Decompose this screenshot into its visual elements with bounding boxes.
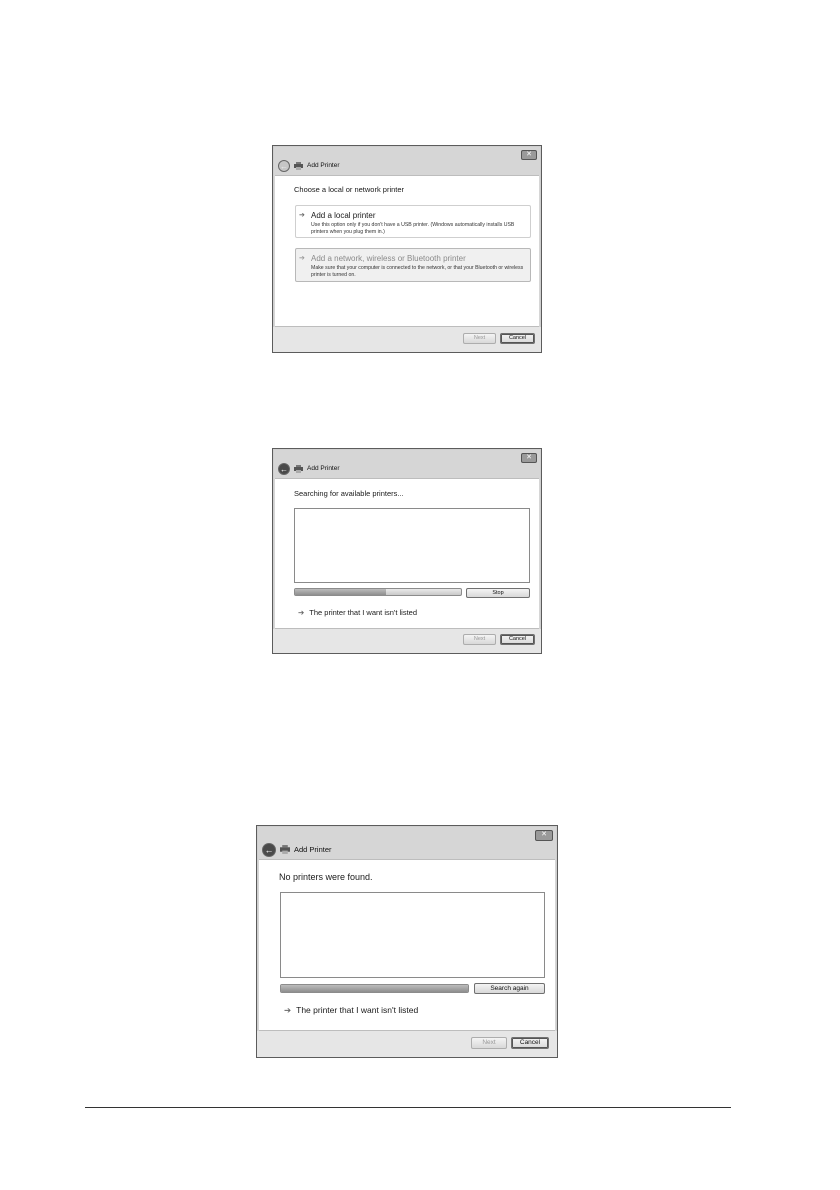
option-title: Add a network, wireless or Bluetooth pri… bbox=[311, 254, 466, 263]
next-button[interactable]: Next bbox=[471, 1037, 507, 1049]
dialog-content: Choose a local or network printer ➔ Add … bbox=[275, 175, 539, 327]
option-description: Make sure that your computer is connecte… bbox=[311, 265, 524, 278]
printer-list[interactable] bbox=[280, 892, 545, 978]
cancel-button[interactable]: Cancel bbox=[500, 634, 535, 645]
back-button[interactable]: ← bbox=[278, 463, 290, 475]
add-printer-dialog-choose: ✕ ← Add Printer Choose a local or networ… bbox=[272, 145, 542, 353]
dialog-title: Add Printer bbox=[307, 465, 340, 472]
close-button[interactable]: ✕ bbox=[521, 453, 537, 463]
search-progress-bar bbox=[280, 984, 469, 993]
next-button[interactable]: Next bbox=[463, 333, 496, 344]
printer-not-listed-link[interactable]: ➔ The printer that I want isn't listed bbox=[298, 608, 417, 617]
progress-fill bbox=[295, 589, 387, 595]
option-description: Use this option only if you don't have a… bbox=[311, 222, 515, 235]
title-bar: ✕ ← Add Printer bbox=[273, 146, 541, 174]
arrow-icon: ➔ bbox=[299, 212, 305, 219]
back-arrow-icon: ← bbox=[264, 845, 274, 855]
dialog-content: Searching for available printers... Stop… bbox=[275, 478, 539, 629]
printer-icon bbox=[294, 162, 303, 170]
progress-fill bbox=[281, 985, 468, 992]
page-heading: Choose a local or network printer bbox=[294, 185, 405, 194]
link-label: The printer that I want isn't listed bbox=[309, 608, 418, 617]
search-again-button[interactable]: Search again bbox=[474, 983, 545, 994]
cancel-button[interactable]: Cancel bbox=[511, 1037, 549, 1049]
back-arrow-icon: ← bbox=[280, 464, 288, 474]
dialog-footer: Next Cancel bbox=[257, 1031, 557, 1057]
printer-icon bbox=[280, 845, 290, 854]
add-printer-dialog-no-printers: ✕ ← Add Printer No printers were found. … bbox=[256, 825, 558, 1058]
dialog-footer: Next Cancel bbox=[273, 629, 541, 653]
dialog-title: Add Printer bbox=[307, 162, 340, 169]
page-heading: No printers were found. bbox=[279, 872, 373, 882]
page-heading: Searching for available printers... bbox=[294, 489, 404, 498]
dialog-content: No printers were found. Search again ➔ Th… bbox=[259, 859, 555, 1031]
page-bottom-rule bbox=[85, 1107, 731, 1108]
back-arrow-icon: ← bbox=[280, 161, 288, 171]
arrow-icon: ➔ bbox=[298, 608, 305, 617]
printer-icon bbox=[294, 465, 303, 473]
close-button[interactable]: ✕ bbox=[535, 830, 553, 841]
dialog-title: Add Printer bbox=[294, 845, 332, 854]
search-progress-bar bbox=[294, 588, 462, 596]
back-button[interactable]: ← bbox=[278, 160, 290, 172]
cancel-button[interactable]: Cancel bbox=[500, 333, 535, 344]
arrow-icon: ➔ bbox=[299, 255, 305, 262]
stop-button[interactable]: Stop bbox=[466, 588, 530, 598]
add-local-printer-option[interactable]: ➔ Add a local printer Use this option on… bbox=[295, 205, 531, 238]
link-label: The printer that I want isn't listed bbox=[296, 1005, 419, 1015]
back-button[interactable]: ← bbox=[262, 843, 276, 857]
next-button[interactable]: Next bbox=[463, 634, 496, 645]
printer-not-listed-link[interactable]: ➔ The printer that I want isn't listed bbox=[284, 1005, 418, 1016]
arrow-icon: ➔ bbox=[284, 1005, 292, 1015]
add-network-printer-option[interactable]: ➔ Add a network, wireless or Bluetooth p… bbox=[295, 248, 531, 282]
dialog-footer: Next Cancel bbox=[273, 327, 541, 352]
printer-list[interactable] bbox=[294, 508, 530, 583]
add-printer-dialog-searching: ✕ ← Add Printer Searching for available … bbox=[272, 448, 542, 654]
close-button[interactable]: ✕ bbox=[521, 150, 537, 160]
title-bar: ✕ ← Add Printer bbox=[273, 449, 541, 477]
option-title: Add a local printer bbox=[311, 211, 376, 220]
title-bar: ✕ ← Add Printer bbox=[257, 826, 557, 858]
